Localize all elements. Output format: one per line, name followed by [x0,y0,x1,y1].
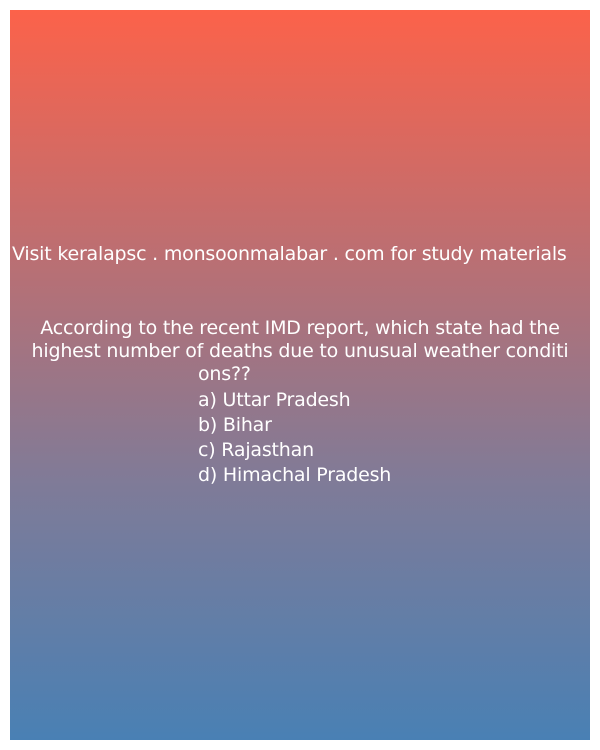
question-text: According to the recent IMD report, whic… [10,317,590,386]
option-a: a) Uttar Pradesh [198,389,351,411]
option-d: d) Himachal Pradesh [198,464,392,486]
question-line-1: According to the recent IMD report, whic… [40,317,560,339]
question-line-2: highest number of deaths due to unusual … [31,340,569,362]
question-line-3: ons?? [198,363,251,385]
option-c: c) Rajasthan [198,439,314,461]
option-b: b) Bihar [198,414,272,436]
promo-text: Visit keralapsc . monsoonmalabar . com f… [12,243,567,265]
answer-options: a) Uttar Pradesh b) Bihar c) Rajasthan d… [198,388,391,488]
quiz-card: Visit keralapsc . monsoonmalabar . com f… [10,10,590,740]
